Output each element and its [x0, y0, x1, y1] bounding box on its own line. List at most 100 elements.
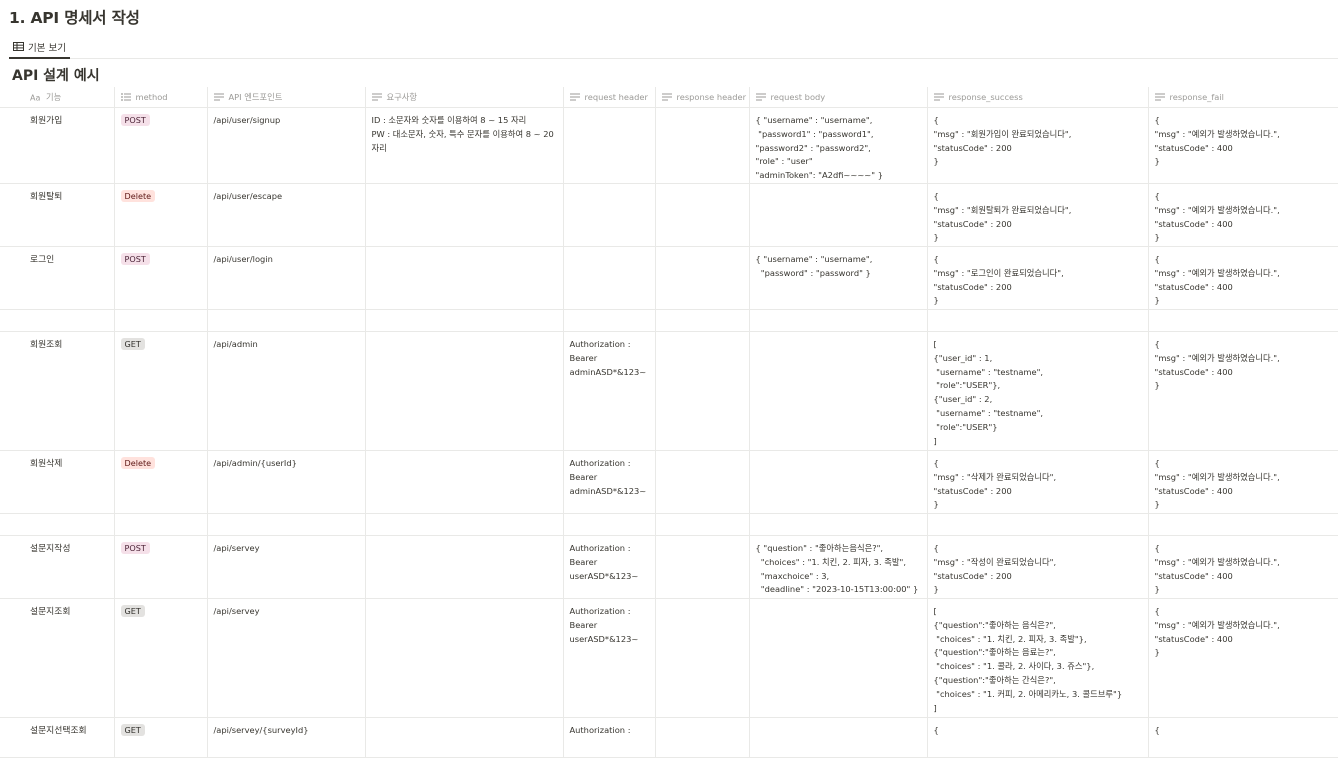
- cell-method[interactable]: Delete: [114, 450, 208, 514]
- view-tab-default[interactable]: 기본 보기: [9, 36, 70, 59]
- cell-feature[interactable]: 회원삭제: [0, 450, 115, 514]
- cell-request-header[interactable]: [563, 107, 656, 184]
- table-row[interactable]: 회원조회 GET/api/admin Authorization : Bearer …: [0, 331, 1338, 451]
- cell-request-body[interactable]: [749, 331, 928, 451]
- cell-response-header[interactable]: [655, 513, 750, 536]
- cell-feature[interactable]: 회원조회: [0, 331, 115, 451]
- cell-request-body[interactable]: [749, 309, 928, 332]
- cell-feature[interactable]: [0, 309, 115, 332]
- cell-requirements[interactable]: [365, 717, 564, 758]
- column-header[interactable]: response_success: [927, 87, 1149, 108]
- cell-request-header[interactable]: Authorization : Bearer adminASD*&123~: [563, 450, 656, 514]
- cell-response-success[interactable]: [ {"user_id" : 1, "username" : "testname…: [927, 331, 1149, 451]
- table-row[interactable]: 설문지선택조회 GET/api/servey/{surveyId} Authoriz…: [0, 717, 1338, 758]
- cell-response-fail[interactable]: { "msg" : "예외가 발생하였습니다.", "statusCode" :…: [1148, 598, 1338, 718]
- cell-response-success[interactable]: { "msg" : "회원가입이 완료되었습니다", "statusCode" …: [927, 107, 1149, 184]
- column-header[interactable]: request header: [563, 87, 656, 108]
- cell-method[interactable]: POST: [114, 535, 208, 599]
- column-header[interactable]: API 엔드포인트: [207, 87, 366, 108]
- cell-request-header[interactable]: [563, 309, 656, 332]
- column-header[interactable]: 요구사항: [365, 87, 564, 108]
- cell-endpoint[interactable]: /api/servey: [207, 598, 366, 718]
- cell-response-fail[interactable]: { "msg" : "예외가 발생하였습니다.", "statusCode" :…: [1148, 450, 1338, 514]
- cell-response-success[interactable]: { "msg" : "작성이 완료되었습니다", "statusCode" : …: [927, 535, 1149, 599]
- cell-method[interactable]: POST: [114, 107, 208, 184]
- cell-response-fail[interactable]: { "msg" : "예외가 발생하였습니다.", "statusCode" :…: [1148, 107, 1338, 184]
- cell-requirements[interactable]: [365, 535, 564, 599]
- cell-method[interactable]: GET: [114, 331, 208, 451]
- cell-requirements[interactable]: [365, 450, 564, 514]
- cell-response-fail[interactable]: { "msg" : "예외가 발생하였습니다.", "statusCode" :…: [1148, 246, 1338, 310]
- table-row[interactable]: 회원가입 POST/api/user/signup ID : 소문자와 숫자를 이용…: [0, 107, 1338, 184]
- cell-response-fail[interactable]: { "msg" : "예외가 발생하였습니다.", "statusCode" :…: [1148, 535, 1338, 599]
- cell-request-body[interactable]: [749, 598, 928, 718]
- cell-endpoint[interactable]: /api/admin: [207, 331, 366, 451]
- cell-request-body[interactable]: [749, 183, 928, 247]
- cell-response-header[interactable]: [655, 107, 750, 184]
- cell-requirements[interactable]: [365, 598, 564, 718]
- cell-request-header[interactable]: Authorization : Bearer userASD*&123~: [563, 535, 656, 599]
- cell-response-fail[interactable]: [1148, 309, 1338, 332]
- cell-response-header[interactable]: [655, 598, 750, 718]
- cell-method[interactable]: [114, 513, 208, 536]
- column-header[interactable]: response_fail: [1148, 87, 1338, 108]
- cell-request-header[interactable]: Authorization : Bearer adminASD*&123~: [563, 331, 656, 451]
- cell-response-header[interactable]: [655, 246, 750, 310]
- cell-requirements[interactable]: ID : 소문자와 숫자를 이용하여 8 ~ 15 자리 PW : 대소문자, …: [365, 107, 564, 184]
- cell-response-header[interactable]: [655, 183, 750, 247]
- cell-request-body[interactable]: [749, 513, 928, 536]
- cell-request-header[interactable]: [563, 183, 656, 247]
- cell-response-success[interactable]: [ {"question":"좋아하는 음식은?", "choices" : "…: [927, 598, 1149, 718]
- cell-feature[interactable]: 설문지작성: [0, 535, 115, 599]
- table-row[interactable]: [0, 309, 1338, 332]
- cell-feature[interactable]: [0, 513, 115, 536]
- cell-request-body[interactable]: { "username" : "username", "password1" :…: [749, 107, 928, 184]
- cell-response-header[interactable]: [655, 450, 750, 514]
- cell-response-header[interactable]: [655, 535, 750, 599]
- cell-requirements[interactable]: [365, 246, 564, 310]
- cell-endpoint[interactable]: /api/user/signup: [207, 107, 366, 184]
- cell-endpoint[interactable]: [207, 309, 366, 332]
- cell-response-header[interactable]: [655, 331, 750, 451]
- cell-endpoint[interactable]: /api/user/escape: [207, 183, 366, 247]
- table-row[interactable]: 설문지작성 POST/api/servey Authorization : Bear…: [0, 535, 1338, 599]
- table-row[interactable]: 회원삭제 Delete/api/admin/{userId} Authorizati…: [0, 450, 1338, 514]
- cell-requirements[interactable]: [365, 331, 564, 451]
- cell-endpoint[interactable]: [207, 513, 366, 536]
- cell-method[interactable]: POST: [114, 246, 208, 310]
- cell-feature[interactable]: 회원탈퇴: [0, 183, 115, 247]
- cell-requirements[interactable]: [365, 309, 564, 332]
- cell-request-body[interactable]: [749, 450, 928, 514]
- cell-response-fail[interactable]: { "msg" : "예외가 발생하였습니다.", "statusCode" :…: [1148, 183, 1338, 247]
- cell-endpoint[interactable]: /api/admin/{userId}: [207, 450, 366, 514]
- cell-request-body[interactable]: [749, 717, 928, 758]
- cell-response-success[interactable]: { "msg" : "삭제가 완료되었습니다", "statusCode" : …: [927, 450, 1149, 514]
- cell-method[interactable]: [114, 309, 208, 332]
- cell-response-fail[interactable]: {: [1148, 717, 1338, 758]
- table-row[interactable]: 설문지조회 GET/api/servey Authorization : Beare…: [0, 598, 1338, 718]
- cell-feature[interactable]: 회원가입: [0, 107, 115, 184]
- cell-response-success[interactable]: { "msg" : "로그인이 완료되었습니다", "statusCode" :…: [927, 246, 1149, 310]
- cell-feature[interactable]: 로그인: [0, 246, 115, 310]
- cell-requirements[interactable]: [365, 513, 564, 536]
- cell-endpoint[interactable]: /api/servey/{surveyId}: [207, 717, 366, 758]
- cell-method[interactable]: GET: [114, 598, 208, 718]
- cell-response-header[interactable]: [655, 717, 750, 758]
- cell-response-header[interactable]: [655, 309, 750, 332]
- cell-feature[interactable]: 설문지조회: [0, 598, 115, 718]
- cell-response-fail[interactable]: [1148, 513, 1338, 536]
- cell-response-fail[interactable]: { "msg" : "예외가 발생하였습니다.", "statusCode" :…: [1148, 331, 1338, 451]
- column-header[interactable]: Aa 기능: [0, 87, 115, 108]
- database-title[interactable]: API 설계 예시: [12, 65, 100, 85]
- cell-request-header[interactable]: Authorization :: [563, 717, 656, 758]
- cell-endpoint[interactable]: /api/servey: [207, 535, 366, 599]
- cell-method[interactable]: Delete: [114, 183, 208, 247]
- column-header[interactable]: method: [114, 87, 208, 108]
- table-row[interactable]: [0, 513, 1338, 536]
- cell-response-success[interactable]: [927, 513, 1149, 536]
- cell-request-body[interactable]: { "username" : "username", "password" : …: [749, 246, 928, 310]
- cell-requirements[interactable]: [365, 183, 564, 247]
- cell-method[interactable]: GET: [114, 717, 208, 758]
- column-header[interactable]: response header: [655, 87, 750, 108]
- cell-response-success[interactable]: { "msg" : "회원탈퇴가 완료되었습니다", "statusCode" …: [927, 183, 1149, 247]
